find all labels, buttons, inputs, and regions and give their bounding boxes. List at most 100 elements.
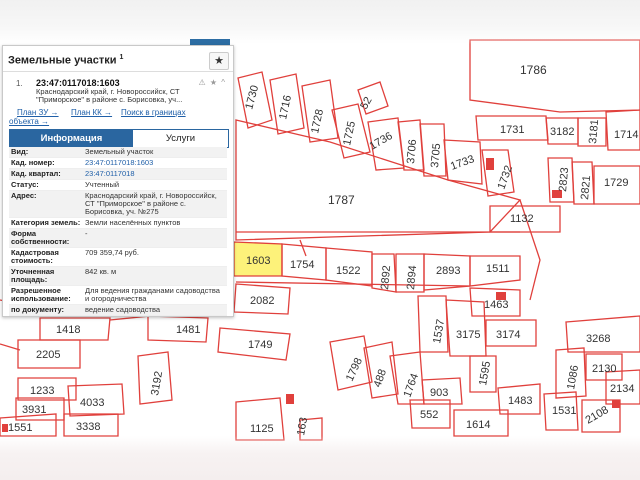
attribute-key: Форма собственности:: [9, 228, 83, 248]
attribute-row: Разрешенное использование: Для ведения гр…: [9, 285, 227, 305]
parcel-label: 3175: [456, 329, 480, 341]
parcel-label: 1728: [309, 108, 326, 134]
parcel-label: 1481: [176, 324, 200, 336]
parcel-label: 1537: [431, 318, 447, 344]
parcel-label: 1729: [604, 177, 628, 189]
attribute-row: Форма собственности: -: [9, 228, 227, 248]
search-in-bounds-link-cont[interactable]: объекта →: [9, 117, 49, 126]
building-marker: [486, 158, 494, 170]
attribute-row: Категория земель: Земли населённых пункто…: [9, 217, 227, 229]
parcel-label: 1754: [290, 259, 314, 271]
plan-kk-link[interactable]: План КК →: [71, 108, 112, 117]
parcel-label: 2130: [592, 363, 616, 375]
parcel-label: 1463: [484, 299, 508, 311]
parcel-label: 1798: [344, 356, 365, 383]
attribute-value: Земли населённых пунктов: [83, 217, 227, 229]
search-in-bounds-link[interactable]: Поиск в границах: [121, 108, 186, 117]
attribute-key: Разрешенное использование:: [9, 285, 83, 305]
attribute-key: Вид:: [9, 147, 83, 158]
attributes-table: Вид: Земельный участок Кад. номер: 23:47:01…: [9, 147, 227, 316]
parcel-label: 2892: [379, 265, 393, 290]
parcel-label: 1786: [520, 63, 547, 77]
parcel-label: 1511: [486, 263, 510, 275]
attribute-value: 709 359,74 руб.: [83, 247, 227, 267]
parcel-label: 163: [295, 416, 310, 436]
attribute-key: Кад. квартал:: [9, 168, 83, 180]
parcel-label: 1086: [565, 364, 581, 390]
attribute-row: по документу: ведение садоводства: [9, 304, 227, 316]
parcel-label: 2134: [610, 383, 634, 395]
result-index: 1.: [16, 79, 23, 88]
parcel-label: 1614: [466, 419, 490, 431]
attribute-key: Кад. номер:: [9, 157, 83, 169]
parcel-label: 1531: [552, 405, 576, 417]
pin-button[interactable]: ★: [209, 52, 229, 70]
parcel-label: 3931: [22, 404, 46, 416]
parcel-label: 2108: [584, 404, 611, 427]
parcel-label: 2821: [579, 175, 593, 200]
parcel-label: 1764: [402, 372, 422, 399]
attribute-row: Уточненная площадь: 842 кв. м: [9, 266, 227, 286]
parcel-label: 1733: [449, 153, 476, 173]
panel-title: Земельные участки 1: [8, 54, 123, 67]
panel-title-text: Земельные участки: [8, 54, 117, 67]
attribute-value: Земельный участок: [83, 147, 227, 158]
panel-tabs: Информация Услуги: [9, 129, 229, 148]
parcel-label: 2894: [405, 265, 419, 290]
attribute-row: Кад. номер: 23:47:0117018:1603: [9, 157, 227, 169]
parcel-label: 1749: [248, 339, 272, 351]
parcel-label: 903: [430, 387, 448, 399]
parcel-label: 3268: [586, 333, 610, 345]
attribute-key: Категория земель:: [9, 217, 83, 229]
parcel-label: 3174: [496, 329, 520, 341]
parcel-label: 1125: [250, 423, 274, 435]
attribute-row: Вид: Земельный участок: [9, 147, 227, 158]
land-plots-panel: Земельные участки 1 ★ 1. 23:47:0117018:1…: [2, 45, 234, 317]
parcel-label: 1418: [56, 324, 80, 336]
parcel-label: 4033: [80, 397, 104, 409]
attribute-key: Статус:: [9, 179, 83, 191]
parcel-label: 1595: [477, 360, 493, 386]
panel-title-count: 1: [119, 54, 124, 61]
parcel-3175[interactable]: [445, 299, 487, 357]
attribute-key: Адрес:: [9, 190, 83, 218]
attribute-row: Статус: Учтенный: [9, 179, 227, 191]
parcel-label: 3705: [429, 143, 443, 168]
parcel-label: 1233: [30, 385, 54, 397]
parcel-label: 488: [372, 368, 390, 389]
attribute-value: ведение садоводства: [83, 304, 227, 316]
result-address: Краснодарский край, г. Новороссийск, СТ …: [36, 87, 183, 104]
parcel-label: 1522: [336, 265, 360, 277]
attribute-value[interactable]: 23:47:0117018:1603: [83, 157, 227, 169]
parcel-label: 2823: [557, 167, 571, 192]
attribute-value[interactable]: 23:47:0117018: [83, 168, 227, 180]
star-icon: ★: [214, 55, 224, 67]
parcel-label: 1787: [328, 193, 355, 207]
tab-information[interactable]: Информация: [10, 130, 133, 147]
parcel-label: 2893: [436, 265, 460, 277]
attribute-value: -: [83, 228, 227, 248]
result-action-icons[interactable]: ⚠ ★ ^: [198, 78, 226, 87]
parcel-label: 3182: [550, 126, 574, 138]
attribute-value: Учтенный: [83, 179, 227, 191]
parcel-label: 1551: [8, 422, 32, 434]
parcel-label: 1714: [614, 129, 638, 141]
parcel-label: 1483: [508, 395, 532, 407]
tab-services[interactable]: Услуги: [133, 130, 228, 147]
parcel-label: 552: [420, 409, 438, 421]
parcel-label: 1731: [500, 124, 524, 136]
parcel-label: 1725: [341, 120, 358, 146]
parcel-label: 1603: [246, 255, 270, 267]
building-marker: [612, 400, 620, 408]
parcel-label: 1730: [243, 84, 261, 111]
attribute-key: по документу:: [9, 304, 83, 316]
parcel-label: 3192: [149, 370, 165, 396]
parcel-1786[interactable]: [469, 39, 640, 113]
panel-header: Земельные участки 1 ★: [3, 46, 233, 72]
parcel-label: 3181: [587, 119, 601, 144]
attribute-value: Для ведения гражданами садоводства и ого…: [83, 285, 227, 305]
parcel-label: 3706: [405, 139, 419, 164]
parcel-label: 2082: [250, 295, 274, 307]
plan-zu-link[interactable]: План ЗУ →: [17, 108, 59, 117]
parcel-label: 1716: [277, 94, 294, 120]
